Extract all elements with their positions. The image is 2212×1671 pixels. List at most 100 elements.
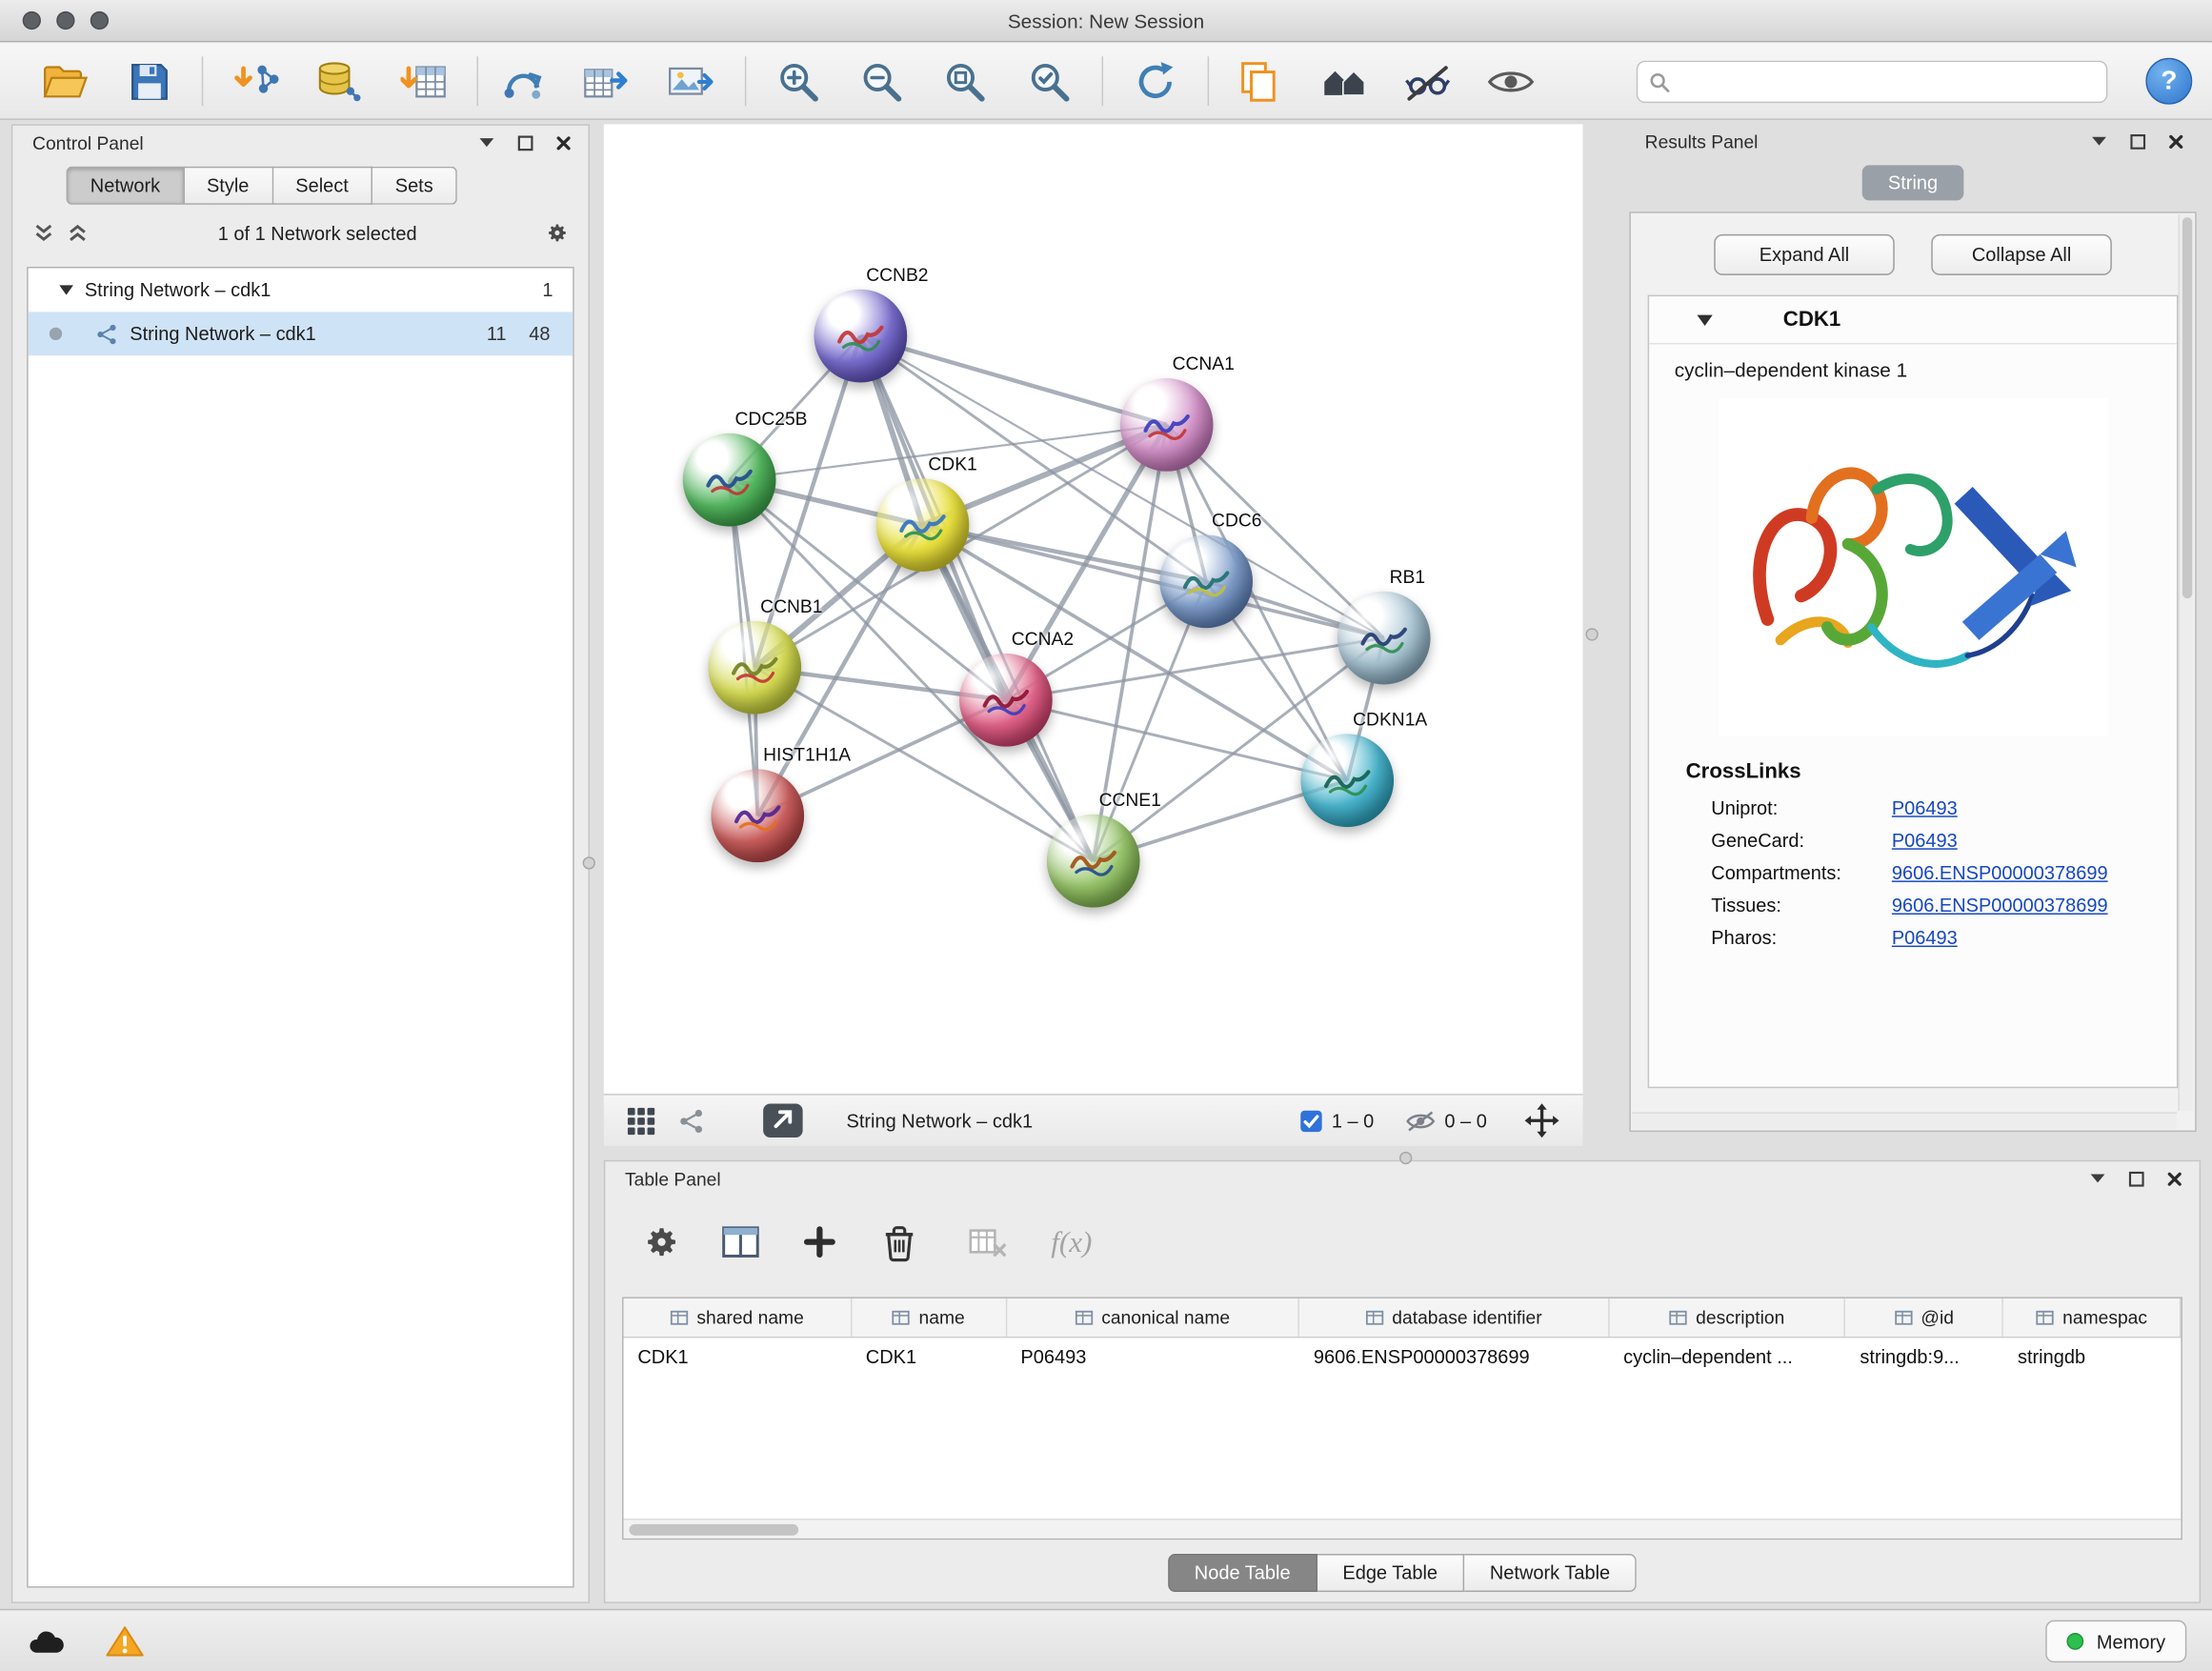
network-collection-row[interactable]: String Network – cdk1 1: [29, 268, 573, 312]
results-horizontal-scrollbar[interactable]: [1632, 1112, 2177, 1129]
search-box[interactable]: [1637, 61, 2108, 103]
tab-string[interactable]: String: [1862, 165, 1964, 200]
crosslink-link[interactable]: 9606.ENSP00000378699: [1892, 862, 2108, 883]
show-columns-icon[interactable]: [718, 1219, 763, 1264]
crosslink-label: Pharos:: [1711, 927, 1892, 948]
import-table-button[interactable]: [393, 50, 455, 112]
gene-section-header[interactable]: CDK1: [1649, 296, 2177, 344]
collapse-panel-icon[interactable]: [2088, 130, 2111, 152]
column-header-database-identifier[interactable]: database identifier: [1299, 1299, 1609, 1337]
zoom-window-button[interactable]: [90, 11, 109, 30]
tab-network[interactable]: Network: [67, 167, 185, 205]
network-node-rb1[interactable]: [1337, 592, 1431, 685]
gear-icon[interactable]: [546, 222, 569, 245]
home-button[interactable]: [1314, 50, 1376, 112]
disclosure-triangle-icon[interactable]: [59, 285, 73, 294]
database-icon: [313, 59, 361, 104]
pan-crosshair-icon[interactable]: [1523, 1102, 1560, 1139]
minimize-window-button[interactable]: [56, 11, 74, 30]
new-network-from-selection-button[interactable]: [493, 50, 554, 112]
export-network-button[interactable]: [574, 50, 636, 112]
collapse-panel-icon[interactable]: [2086, 1167, 2109, 1190]
network-node-ccna1[interactable]: [1120, 378, 1214, 472]
column-header-canonical-name[interactable]: canonical name: [1007, 1299, 1299, 1337]
warnings-button[interactable]: [99, 1621, 150, 1662]
float-panel-icon[interactable]: [2126, 130, 2149, 152]
column-header-shared-name[interactable]: shared name: [624, 1299, 852, 1337]
results-vertical-scrollbar[interactable]: [2178, 214, 2193, 1111]
float-panel-icon[interactable]: [2124, 1167, 2147, 1190]
close-panel-icon[interactable]: [2164, 130, 2187, 152]
tab-edge-table[interactable]: Edge Table: [1317, 1554, 1464, 1592]
selected-nodes-indicator[interactable]: 1 – 0: [1299, 1109, 1375, 1133]
tab-sets[interactable]: Sets: [372, 167, 457, 205]
network-node-hist1h1a[interactable]: [711, 769, 804, 862]
tab-network-table[interactable]: Network Table: [1464, 1554, 1637, 1592]
open-session-button[interactable]: [34, 50, 96, 112]
search-input[interactable]: [1679, 71, 2095, 92]
float-panel-icon[interactable]: [513, 131, 536, 154]
close-panel-icon[interactable]: [552, 131, 574, 154]
column-header-label: description: [1696, 1307, 1784, 1328]
function-builder-button[interactable]: f(x): [1051, 1224, 1092, 1259]
help-button[interactable]: ?: [2145, 58, 2192, 105]
tab-node-table[interactable]: Node Table: [1168, 1554, 1317, 1592]
zoom-selected-button[interactable]: [1018, 50, 1080, 112]
network-node-ccne1[interactable]: [1047, 815, 1140, 908]
crosslink-link[interactable]: P06493: [1892, 797, 1958, 818]
network-node-cdc6[interactable]: [1159, 534, 1253, 628]
table-settings-gear-icon[interactable]: [639, 1219, 684, 1264]
table-row[interactable]: CDK1CDK1P064939606.ENSP00000378699cyclin…: [624, 1338, 2182, 1377]
network-node-ccnb2[interactable]: [814, 290, 907, 383]
table-cell: P06493: [1007, 1338, 1299, 1377]
collapse-panel-icon[interactable]: [475, 131, 498, 154]
zoom-out-button[interactable]: [851, 50, 913, 112]
horizontal-splitter-handle[interactable]: [1399, 1152, 1412, 1164]
zoom-in-button[interactable]: [768, 50, 830, 112]
crosslink-link[interactable]: 9606.ENSP00000378699: [1892, 895, 2108, 916]
expand-all-chevron-icon[interactable]: [67, 222, 90, 245]
hidden-nodes-indicator[interactable]: 0 – 0: [1405, 1109, 1487, 1133]
close-window-button[interactable]: [23, 11, 41, 30]
network-node-ccna2[interactable]: [959, 654, 1053, 747]
collapse-all-chevron-icon[interactable]: [32, 222, 55, 245]
show-eye-button[interactable]: [1479, 50, 1541, 112]
collapse-all-button[interactable]: Collapse All: [1931, 234, 2112, 275]
network-node-cdk1[interactable]: [876, 478, 970, 572]
column-header-name[interactable]: name: [852, 1299, 1007, 1337]
delete-column-trash-icon[interactable]: [876, 1219, 921, 1264]
disclosure-triangle-icon[interactable]: [1697, 314, 1712, 326]
network-view-canvas[interactable]: CCNB2CCNA1CDC25BCDK1CDC6RB1CCNB1CCNA2CDK…: [604, 124, 1583, 1094]
cloud-button[interactable]: [20, 1621, 70, 1662]
network-node-cdc25b[interactable]: [683, 433, 776, 527]
network-small-icon[interactable]: [678, 1107, 705, 1134]
scrollbar-thumb[interactable]: [629, 1523, 798, 1535]
crosslink-link[interactable]: P06493: [1892, 830, 1958, 851]
left-splitter-handle[interactable]: [583, 856, 595, 869]
refresh-button[interactable]: [1124, 50, 1186, 112]
table-horizontal-scrollbar[interactable]: [624, 1519, 2182, 1539]
column-header-@id[interactable]: @id: [1846, 1299, 2004, 1337]
import-network-file-button[interactable]: [226, 50, 288, 112]
detach-view-button[interactable]: [762, 1102, 804, 1139]
memory-button[interactable]: Memory: [2046, 1621, 2187, 1662]
tab-style[interactable]: Style: [184, 167, 272, 205]
hide-glasses-button[interactable]: [1397, 50, 1458, 112]
save-session-button[interactable]: [118, 50, 180, 112]
close-panel-icon[interactable]: [2162, 1167, 2185, 1190]
copy-document-button[interactable]: [1227, 50, 1289, 112]
expand-all-button[interactable]: Expand All: [1714, 234, 1895, 275]
tab-select[interactable]: Select: [273, 167, 372, 205]
column-header-namespac[interactable]: namespac: [2003, 1299, 2181, 1337]
right-splitter-handle[interactable]: [1585, 628, 1598, 640]
add-column-plus-icon[interactable]: [797, 1219, 842, 1264]
network-node-cdkn1a[interactable]: [1300, 734, 1394, 827]
import-network-database-button[interactable]: [306, 50, 368, 112]
crosslink-link[interactable]: P06493: [1892, 927, 1958, 948]
network-row[interactable]: String Network – cdk1 11 48: [29, 312, 573, 355]
export-image-button[interactable]: [659, 50, 721, 112]
column-header-description[interactable]: description: [1609, 1299, 1845, 1337]
zoom-fit-button[interactable]: [934, 50, 995, 112]
grid-view-icon[interactable]: [627, 1106, 656, 1136]
network-node-ccnb1[interactable]: [708, 621, 801, 715]
